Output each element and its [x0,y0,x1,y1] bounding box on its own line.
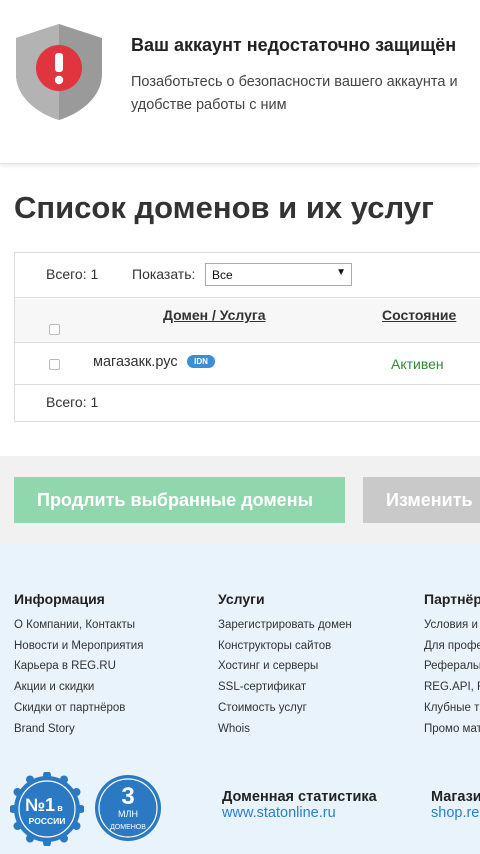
footer: Информация О Компании, Контакты Новости … [0,543,480,854]
change-button[interactable]: Изменить [363,477,480,523]
row-checkbox[interactable] [49,359,60,370]
show-filter-select[interactable]: Все ▼ [205,263,352,286]
renew-selected-button[interactable]: Продлить выбранные домены [14,477,345,523]
statonline-link[interactable]: www.statonline.ru [222,805,377,821]
shop-link[interactable]: shop.re [431,805,480,821]
banner-text: Позаботьтесь о безопасности вашего аккау… [131,74,458,113]
table-row: магазакк.рус IDN Активен [15,344,480,385]
footer-link[interactable]: Зарегистрировать домен [218,615,352,636]
total-count-bottom: Всего: 1 [46,394,99,410]
footer-link[interactable]: REG.API, R [424,677,480,698]
footer-link[interactable]: Для профе [424,636,480,657]
footer-partners-column: Партнёр Условия и Для профе Реферальн RE… [424,591,480,739]
total-count: Всего: 1 [46,266,99,282]
footer-link[interactable]: О Компании, Контакты [14,615,143,636]
table-header: Домен / Услуга Состояние [15,299,480,343]
footer-info-title: Информация [14,591,105,607]
security-banner: Ваш аккаунт недостаточно защищён Позабот… [0,0,480,164]
footer-link[interactable]: Клубные т [424,698,480,719]
show-filter-label: Показать: [132,266,196,282]
domain-link[interactable]: магазакк.рус [93,354,178,370]
badge1-line1: №1 [25,795,55,815]
footer-link[interactable]: Скидки от партнёров [14,698,143,719]
domains-table: Всего: 1 Показать: Все ▼ Домен / Услуга … [14,252,480,422]
select-all-checkbox[interactable] [49,324,60,335]
status-label: Активен [391,356,444,372]
footer-link[interactable]: Хостинг и серверы [218,656,352,677]
table-toolbar: Всего: 1 Показать: Все ▼ [15,253,480,298]
badge2-line3: ДОМЕНОВ [110,824,146,831]
dropdown-arrow-icon: ▼ [336,267,346,278]
badge2-line2: МЛН [118,809,138,819]
three-million-badge-icon: 3 МЛН ДОМЕНОВ [95,775,161,841]
footer-link[interactable]: Реферальн [424,656,480,677]
footer-link[interactable]: Условия и [424,615,480,636]
footer-link[interactable]: Промо мат [424,719,480,740]
sort-status-link[interactable]: Состояние [382,307,456,323]
footer-link[interactable]: Новости и Мероприятия [14,636,143,657]
shop-title: Магази [431,789,480,805]
shield-alert-icon [16,24,102,120]
footer-link[interactable]: Brand Story [14,719,143,740]
domain-stats-title: Доменная статистика [222,789,377,805]
badge2-line1: 3 [121,783,134,810]
footer-link[interactable]: Карьера в REG.RU [14,656,143,677]
banner-title: Ваш аккаунт недостаточно защищён [131,35,457,55]
idn-badge: IDN [187,355,215,368]
footer-services-column: Услуги Зарегистрировать домен Конструкто… [218,591,352,739]
footer-link[interactable]: SSL-сертификат [218,677,352,698]
footer-link[interactable]: Конструкторы сайтов [218,636,352,657]
footer-link[interactable]: Стоимость услуг [218,698,352,719]
show-filter-value: Все [212,268,233,282]
footer-info-column: Информация О Компании, Контакты Новости … [14,591,143,739]
footer-services-title: Услуги [218,591,265,607]
badge1-line2: в [57,803,63,813]
actions-bar: Продлить выбранные домены Изменить [0,456,480,543]
shop-block: Магази shop.re [431,789,480,821]
page-title: Список доменов и их услуг [14,190,434,225]
footer-link[interactable]: Акции и скидки [14,677,143,698]
footer-link[interactable]: Whois [218,719,352,740]
footer-partners-title: Партнёр [424,591,480,607]
badge1-line3: РОССИИ [29,816,66,826]
number-one-badge-icon: №1 в РОССИИ [10,772,84,846]
domain-stats-block: Доменная статистика www.statonline.ru [222,789,377,821]
sort-domain-link[interactable]: Домен / Услуга [163,307,266,323]
